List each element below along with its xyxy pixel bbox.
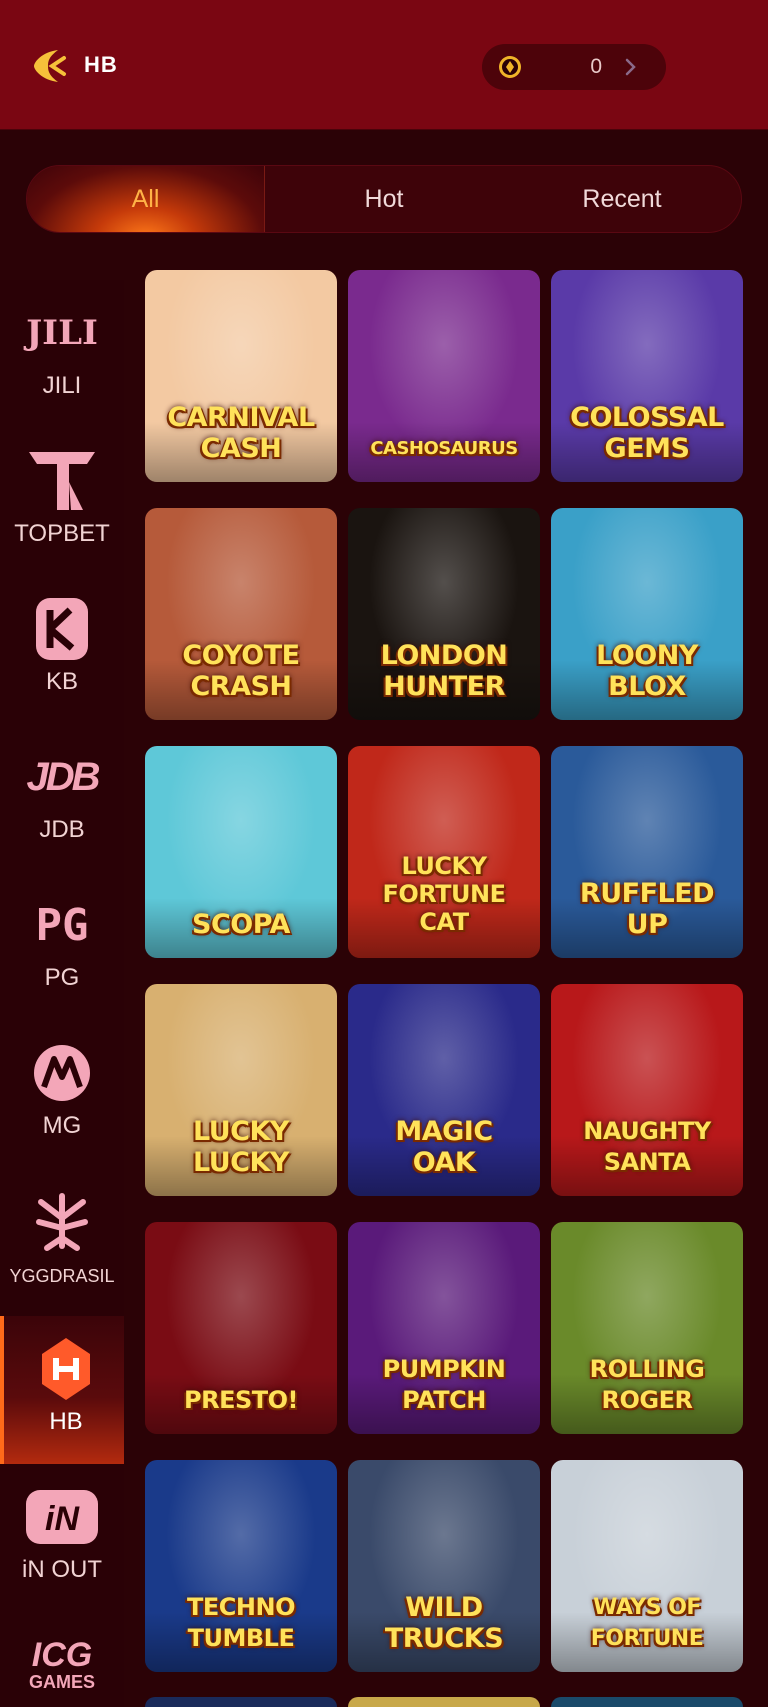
provider-yggdrasil[interactable]: YGGDRASIL [0,1168,124,1316]
provider-topbet[interactable]: TOPBET [0,428,124,576]
game-card[interactable]: LONDON HUNTER [348,508,540,720]
jili-logo: JILI [26,313,98,353]
provider-label: HB [49,1408,83,1435]
game-title: NAUGHTY SANTA [583,1117,711,1176]
page-title: HB [84,52,118,77]
game-card[interactable]: PRESTO! [145,1222,337,1434]
provider-mg[interactable]: MG [0,1020,124,1168]
app-header: HB 0 [0,0,768,130]
game-card[interactable]: NAUGHTY SANTA [551,984,743,1196]
provider-label: JDB [39,816,85,843]
game-card[interactable]: CARNIVAL CASH [145,270,337,482]
game-card[interactable]: LUCKY FORTUNE CAT [348,746,540,958]
provider-label: JILI [42,372,82,399]
balance-pill[interactable]: 0 [482,44,666,90]
game-title: LUCKY FORTUNE CAT [382,852,506,936]
game-title: LUCKY LUCKY [193,1116,289,1178]
game-title: COLOSSAL GEMS [570,402,724,464]
category-tabs: All Hot Recent [26,165,742,233]
svg-text:iN: iN [45,1500,80,1538]
game-title: CARNIVAL CASH [167,402,315,464]
game-title: WAYS OF FORTUNE [590,1595,704,1651]
icg-logo: ICG GAMES [28,1635,95,1692]
game-card[interactable] [348,1697,540,1707]
provider-sidebar: JILI JILI TOPBET KB JDB JDB PG PG MG YGG… [0,280,124,1707]
game-card[interactable] [551,1697,743,1707]
tab-hot[interactable]: Hot [265,166,503,232]
provider-jdb[interactable]: JDB JDB [0,724,124,872]
game-title: PUMPKIN PATCH [382,1355,506,1414]
back-icon[interactable] [28,44,72,88]
provider-jili[interactable]: JILI JILI [0,280,124,428]
mg-logo [22,1040,102,1106]
provider-label: iN OUT [22,1556,102,1583]
coin-icon [498,55,522,79]
game-title: ROLLING ROGER [589,1355,705,1414]
game-card[interactable]: WILD TRUCKS [348,1460,540,1672]
game-card[interactable]: MAGIC OAK [348,984,540,1196]
game-title: COYOTE CRASH [182,640,300,702]
chevron-right-icon[interactable] [618,55,642,79]
game-card[interactable]: CASHOSAURUS [348,270,540,482]
game-card[interactable] [145,1697,337,1707]
game-card[interactable]: SCOPA [145,746,337,958]
provider-label: MG [42,1112,82,1139]
provider-kb[interactable]: KB [0,576,124,724]
game-card[interactable]: WAYS OF FORTUNE [551,1460,743,1672]
game-grid: CARNIVAL CASH CASHOSAURUS COLOSSAL GEMS … [145,270,745,1707]
game-card[interactable]: ROLLING ROGER [551,1222,743,1434]
balance-amount: 0 [590,55,602,78]
tab-all[interactable]: All [27,166,265,232]
inout-logo: iN [22,1484,102,1550]
game-card[interactable]: RUFFLED UP [551,746,743,958]
game-title: LOONY BLOX [596,640,698,702]
game-card[interactable]: COLOSSAL GEMS [551,270,743,482]
game-title: LONDON HUNTER [380,640,508,702]
pg-logo: PG [35,899,89,951]
provider-hb[interactable]: HB [0,1316,124,1464]
game-title: WILD TRUCKS [384,1592,504,1654]
game-title: SCOPA [192,909,290,940]
game-card[interactable]: LUCKY LUCKY [145,984,337,1196]
provider-label: PG [44,964,80,991]
jdb-logo: JDB [26,754,100,799]
game-title: PRESTO! [184,1386,298,1414]
provider-label: YGGDRASIL [9,1266,115,1286]
provider-label: TOPBET [14,520,110,547]
topbet-logo [22,448,102,514]
hb-logo [26,1336,106,1402]
game-card[interactable]: PUMPKIN PATCH [348,1222,540,1434]
game-card[interactable]: LOONY BLOX [551,508,743,720]
provider-pg[interactable]: PG PG [0,872,124,1020]
provider-inout[interactable]: iN iN OUT [0,1464,124,1612]
provider-icg[interactable]: ICG GAMES [0,1612,124,1707]
game-card[interactable]: COYOTE CRASH [145,508,337,720]
yggdrasil-logo [22,1188,102,1254]
game-title: CASHOSAURUS [370,438,518,459]
kb-logo [22,596,102,662]
game-title: MAGIC OAK [395,1116,493,1178]
tab-recent[interactable]: Recent [503,166,741,232]
game-title: RUFFLED UP [579,878,715,940]
game-title: TECHNO TUMBLE [187,1593,295,1652]
provider-label: KB [45,668,78,695]
game-card[interactable]: TECHNO TUMBLE [145,1460,337,1672]
